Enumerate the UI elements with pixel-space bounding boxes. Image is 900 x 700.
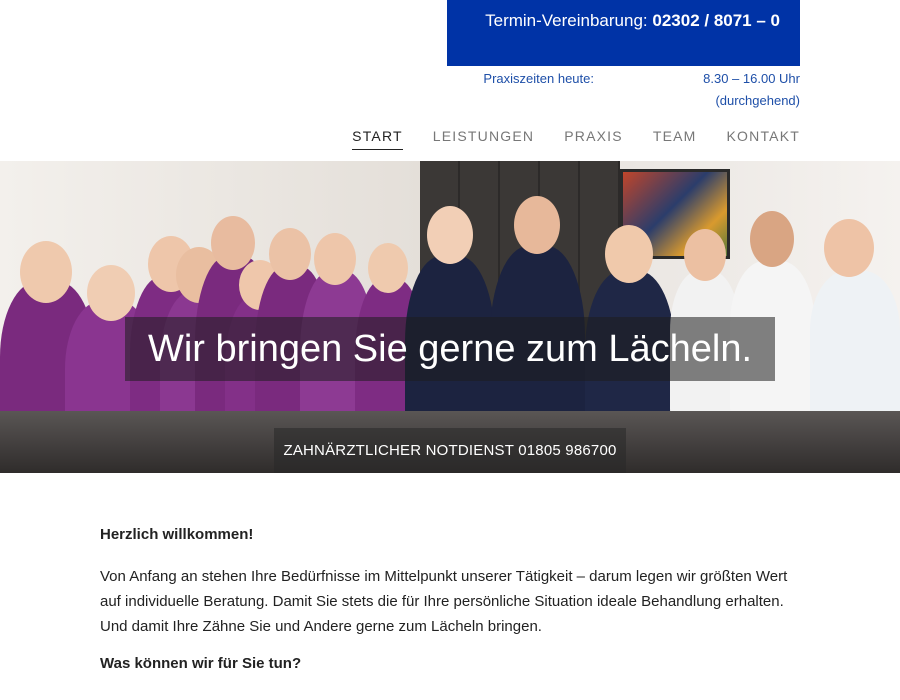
office-hours-value: 8.30 – 16.00 Uhr (durchgehend) bbox=[703, 71, 800, 108]
nav-item-praxis[interactable]: PRAXIS bbox=[564, 127, 623, 150]
emergency-service-banner: ZAHNÄRZTLICHER NOTDIENST 01805 986700 bbox=[274, 428, 626, 473]
office-hours: Praxiszeiten heute: 8.30 – 16.00 Uhr (du… bbox=[447, 68, 800, 112]
hero-team-photo: Wir bringen Sie gerne zum Lächeln. ZAHNÄ… bbox=[0, 161, 900, 473]
welcome-heading: Herzlich willkommen! bbox=[100, 526, 254, 543]
appointment-box[interactable]: Termin-Vereinbarung: 02302 / 8071 – 0 bbox=[447, 0, 800, 66]
appointment-label: Termin-Vereinbarung: bbox=[485, 11, 648, 30]
office-hours-label: Praxiszeiten heute: bbox=[483, 71, 594, 86]
nav-item-kontakt[interactable]: KONTAKT bbox=[727, 127, 800, 150]
services-heading: Was können wir für Sie tun? bbox=[100, 655, 302, 672]
main-navigation: START LEISTUNGEN PRAXIS TEAM KONTAKT bbox=[352, 127, 800, 151]
team-member bbox=[810, 219, 900, 421]
hero-headline: Wir bringen Sie gerne zum Lächeln. bbox=[125, 317, 775, 381]
intro-paragraph: Von Anfang an stehen Ihre Bedürfnisse im… bbox=[100, 568, 788, 635]
nav-item-leistungen[interactable]: LEISTUNGEN bbox=[433, 127, 534, 150]
appointment-phone-number[interactable]: 02302 / 8071 – 0 bbox=[652, 11, 780, 30]
nav-item-start[interactable]: START bbox=[352, 127, 403, 150]
main-content: Herzlich willkommen! Von Anfang an stehe… bbox=[100, 525, 800, 674]
nav-item-team[interactable]: TEAM bbox=[653, 127, 697, 150]
